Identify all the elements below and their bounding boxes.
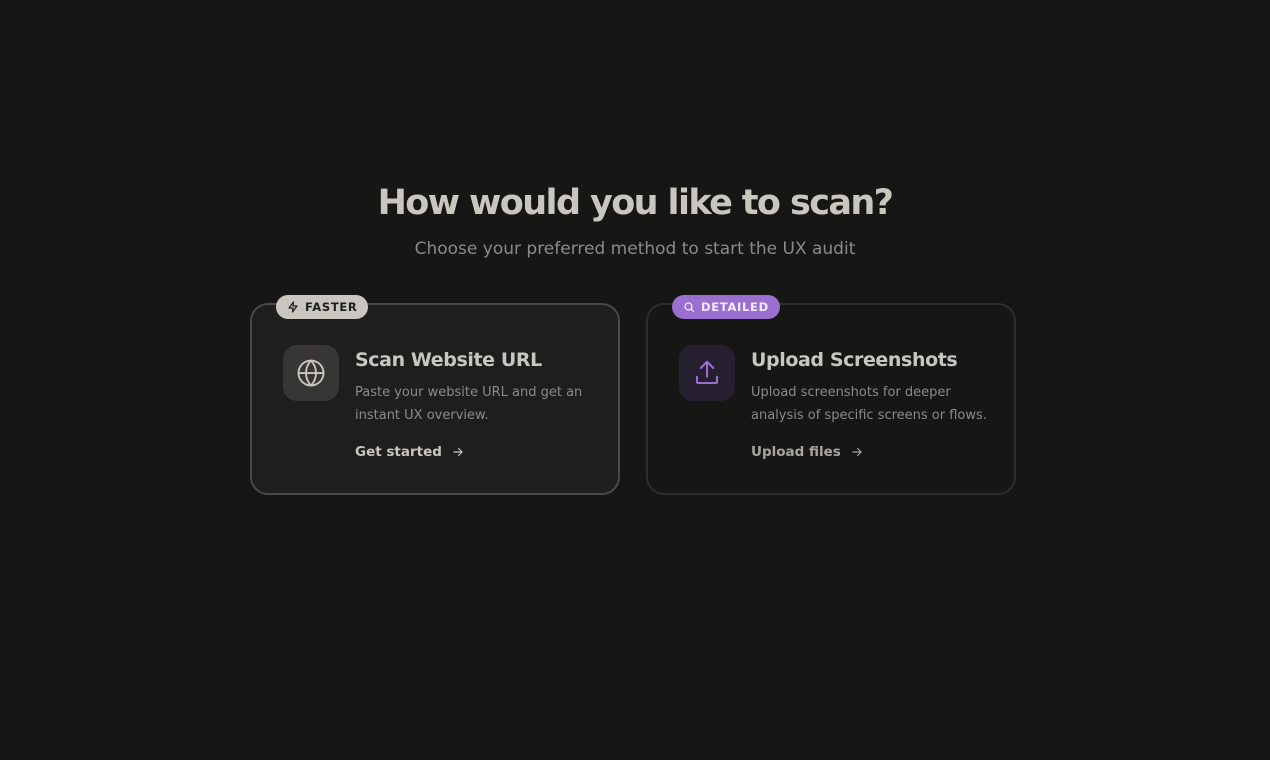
faster-badge-label: FASTER: [305, 300, 358, 314]
arrow-right-icon: [850, 445, 864, 459]
faster-badge: FASTER: [276, 295, 369, 319]
upload-screenshots-card[interactable]: DETAILED Upload Screenshots Upload scree…: [646, 295, 1016, 495]
search-icon: [683, 301, 695, 313]
page-title: How would you like to scan?: [377, 183, 894, 223]
upload-screenshots-title: Upload Screenshots: [751, 349, 958, 371]
scan-url-description: Paste your website URL and get an instan…: [355, 385, 583, 423]
upload-files-label: Upload files: [751, 444, 841, 460]
upload-icon-box: [679, 345, 735, 401]
zap-icon: [287, 301, 299, 313]
detailed-badge: DETAILED: [672, 295, 780, 319]
scan-url-card[interactable]: FASTER Scan Website URL Paste your websi…: [250, 295, 620, 495]
detailed-badge-label: DETAILED: [701, 300, 769, 314]
page-subtitle: Choose your preferred method to start th…: [414, 239, 856, 259]
globe-icon-box: [283, 345, 339, 401]
get-started-link[interactable]: Get started: [355, 443, 465, 461]
scan-url-title: Scan Website URL: [355, 349, 542, 371]
upload-screenshots-description: Upload screenshots for deeper analysis o…: [751, 385, 987, 423]
get-started-label: Get started: [355, 444, 442, 460]
arrow-right-icon: [451, 445, 465, 459]
upload-icon: [692, 358, 722, 388]
globe-icon: [296, 358, 326, 388]
upload-files-link[interactable]: Upload files: [751, 443, 864, 461]
